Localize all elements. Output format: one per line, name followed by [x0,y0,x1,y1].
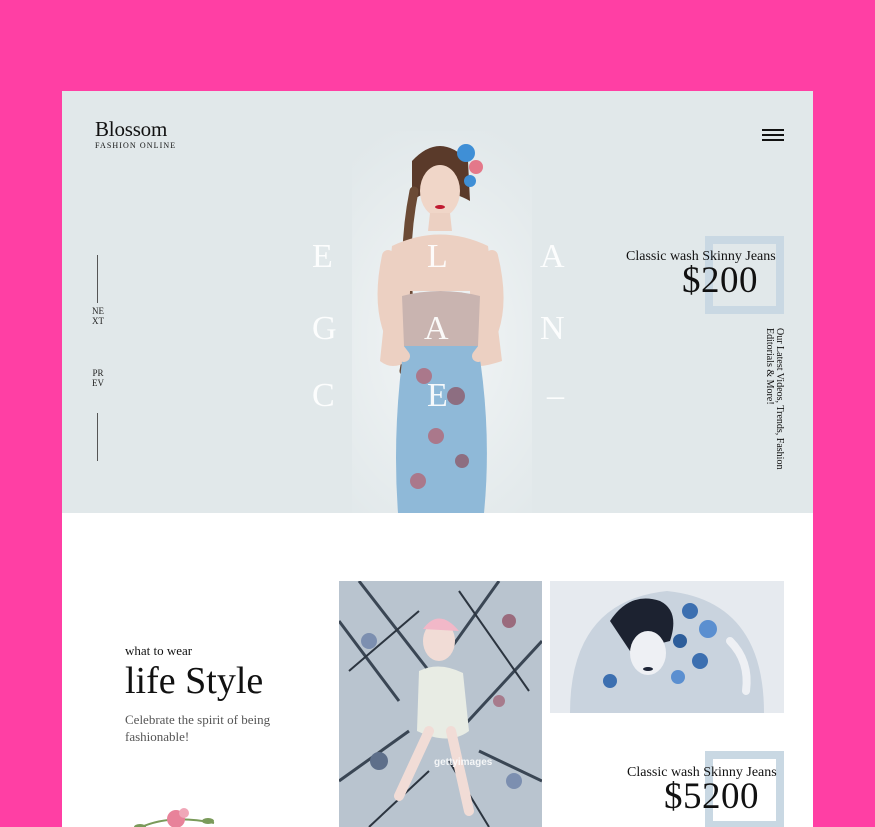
lifestyle-section: what to wear life Style Celebrate the sp… [62,513,813,827]
hero-letter: N [540,310,565,347]
lifestyle-photo-flowers[interactable]: gettyimages [339,581,542,827]
next-button[interactable]: NEXT [90,306,106,326]
section-description: Celebrate the spirit of being fashionabl… [125,712,271,744]
product-price-2: $5200 [664,776,759,817]
product-price: $200 [682,260,758,301]
flower-icon [134,808,215,827]
hero-letter: G [312,310,337,347]
hero-banner: Blossom FASHION ONLINE NEXT PREV E L A G… [62,91,813,513]
section-kicker: what to wear [125,643,193,658]
hero-letter: E [312,238,333,275]
hero-letter: E [427,377,448,414]
watermark-text: gettyimages [434,757,493,768]
hero-letter: A [424,310,449,347]
nav-divider-bottom [97,413,98,461]
brand-tagline: FASHION ONLINE [95,141,177,150]
hero-dash: – [547,377,564,414]
section-heading: life Style [125,660,264,702]
lifestyle-photo-bath[interactable] [550,581,784,713]
brand-logo[interactable]: Blossom FASHION ONLINE [95,118,176,150]
page: Blossom FASHION ONLINE NEXT PREV E L A G… [62,91,813,827]
tagline-vertical: Our Latest Videos, Trends, Fashion Edito… [764,328,785,470]
menu-icon[interactable] [762,129,784,143]
hero-letter: A [540,238,565,275]
hero-letter: C [312,377,335,414]
brand-name: Blossom [95,117,168,141]
nav-divider-top [97,255,98,303]
hero-letter: L [427,238,448,275]
prev-button[interactable]: PREV [90,368,106,388]
